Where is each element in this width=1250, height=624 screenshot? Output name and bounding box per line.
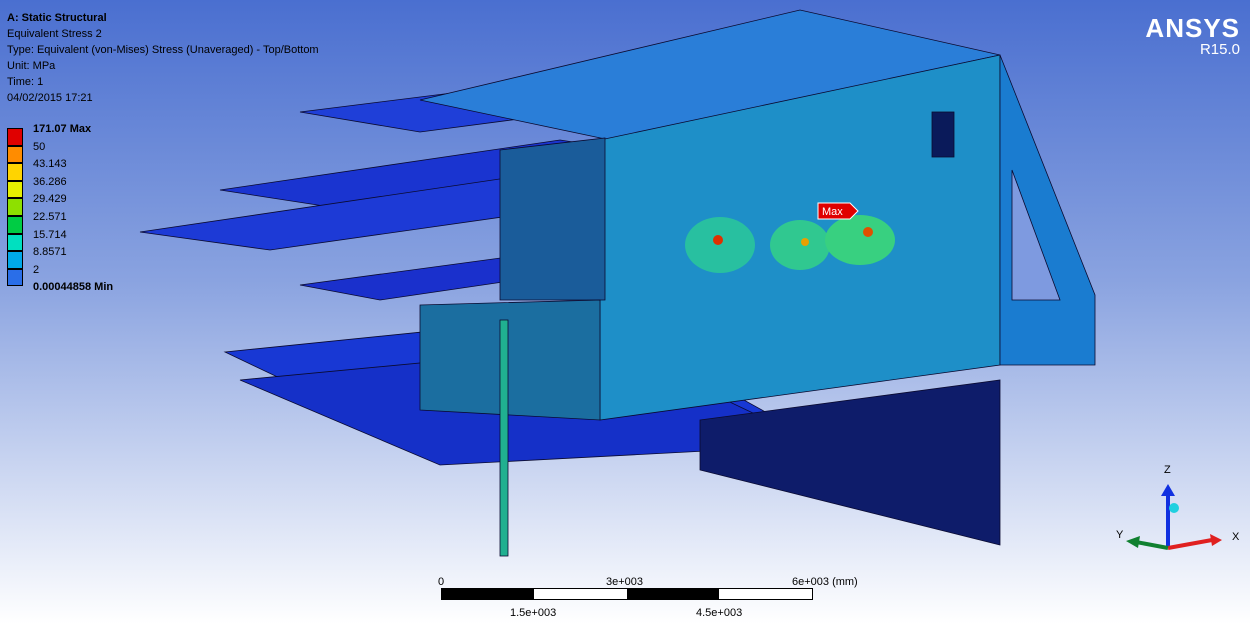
stress-hotspot bbox=[713, 235, 723, 245]
inner-bulkhead bbox=[499, 137, 606, 301]
axis-y-label: Y bbox=[1116, 529, 1124, 541]
axis-z-label: Z bbox=[1164, 464, 1171, 476]
support-column bbox=[499, 319, 509, 557]
stress-zone bbox=[770, 220, 830, 270]
scale-segment bbox=[442, 589, 534, 599]
scale-label-6e3: 6e+003 (mm) bbox=[792, 576, 858, 588]
lower-bulkhead bbox=[419, 299, 601, 421]
max-probe[interactable]: Max bbox=[817, 202, 859, 220]
scale-segment bbox=[627, 589, 719, 599]
panel-opening bbox=[931, 111, 955, 158]
scale-bar bbox=[441, 588, 813, 600]
scale-label-1.5e3: 1.5e+003 bbox=[510, 607, 557, 619]
stress-zone bbox=[825, 215, 895, 265]
max-probe-label: Max bbox=[822, 206, 843, 218]
axis-x-label: X bbox=[1232, 531, 1240, 543]
scale-label-3e3: 3e+003 bbox=[606, 576, 644, 588]
stress-hotspot bbox=[801, 238, 809, 246]
scale-label-0: 0 bbox=[438, 576, 445, 588]
axis-triad[interactable]: Z X Y bbox=[1116, 464, 1240, 550]
stress-zone bbox=[685, 217, 755, 273]
model-viewport[interactable]: Max Z X Y bbox=[0, 0, 1250, 624]
stress-hotspot bbox=[863, 227, 873, 237]
scale-label-4.5e3: 4.5e+003 bbox=[696, 607, 743, 619]
